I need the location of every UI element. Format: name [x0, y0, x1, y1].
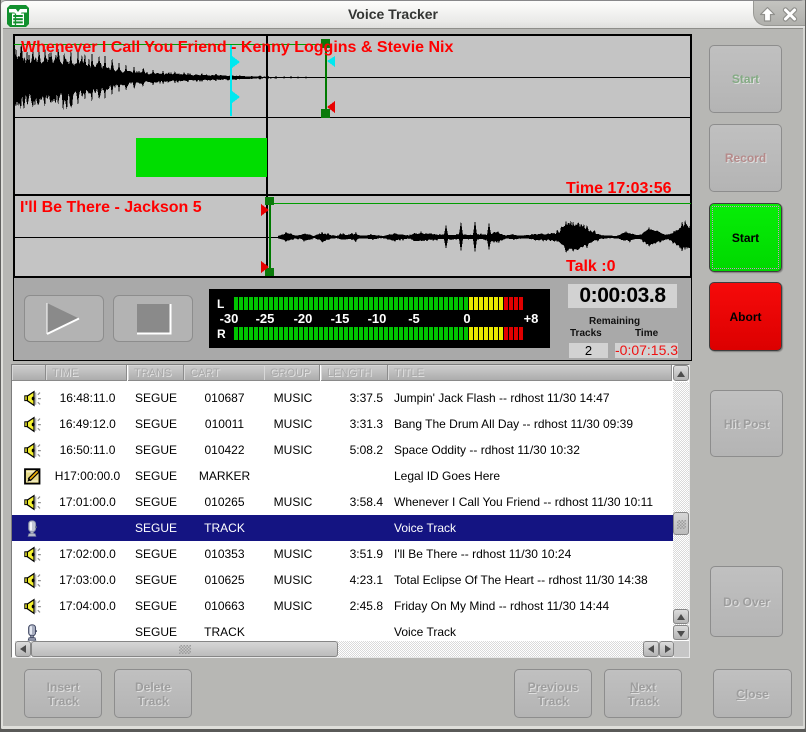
- svg-text:0: 0: [463, 311, 470, 326]
- svg-text:-30: -30: [220, 311, 239, 326]
- svg-text:-15: -15: [331, 311, 350, 326]
- svg-text:-5: -5: [408, 311, 420, 326]
- svg-text:-20: -20: [294, 311, 313, 326]
- svg-text:-25: -25: [256, 311, 275, 326]
- svg-text:-10: -10: [368, 311, 387, 326]
- svg-text:+8: +8: [524, 311, 539, 326]
- svg-text:L: L: [217, 297, 224, 311]
- svg-text:R: R: [217, 327, 226, 341]
